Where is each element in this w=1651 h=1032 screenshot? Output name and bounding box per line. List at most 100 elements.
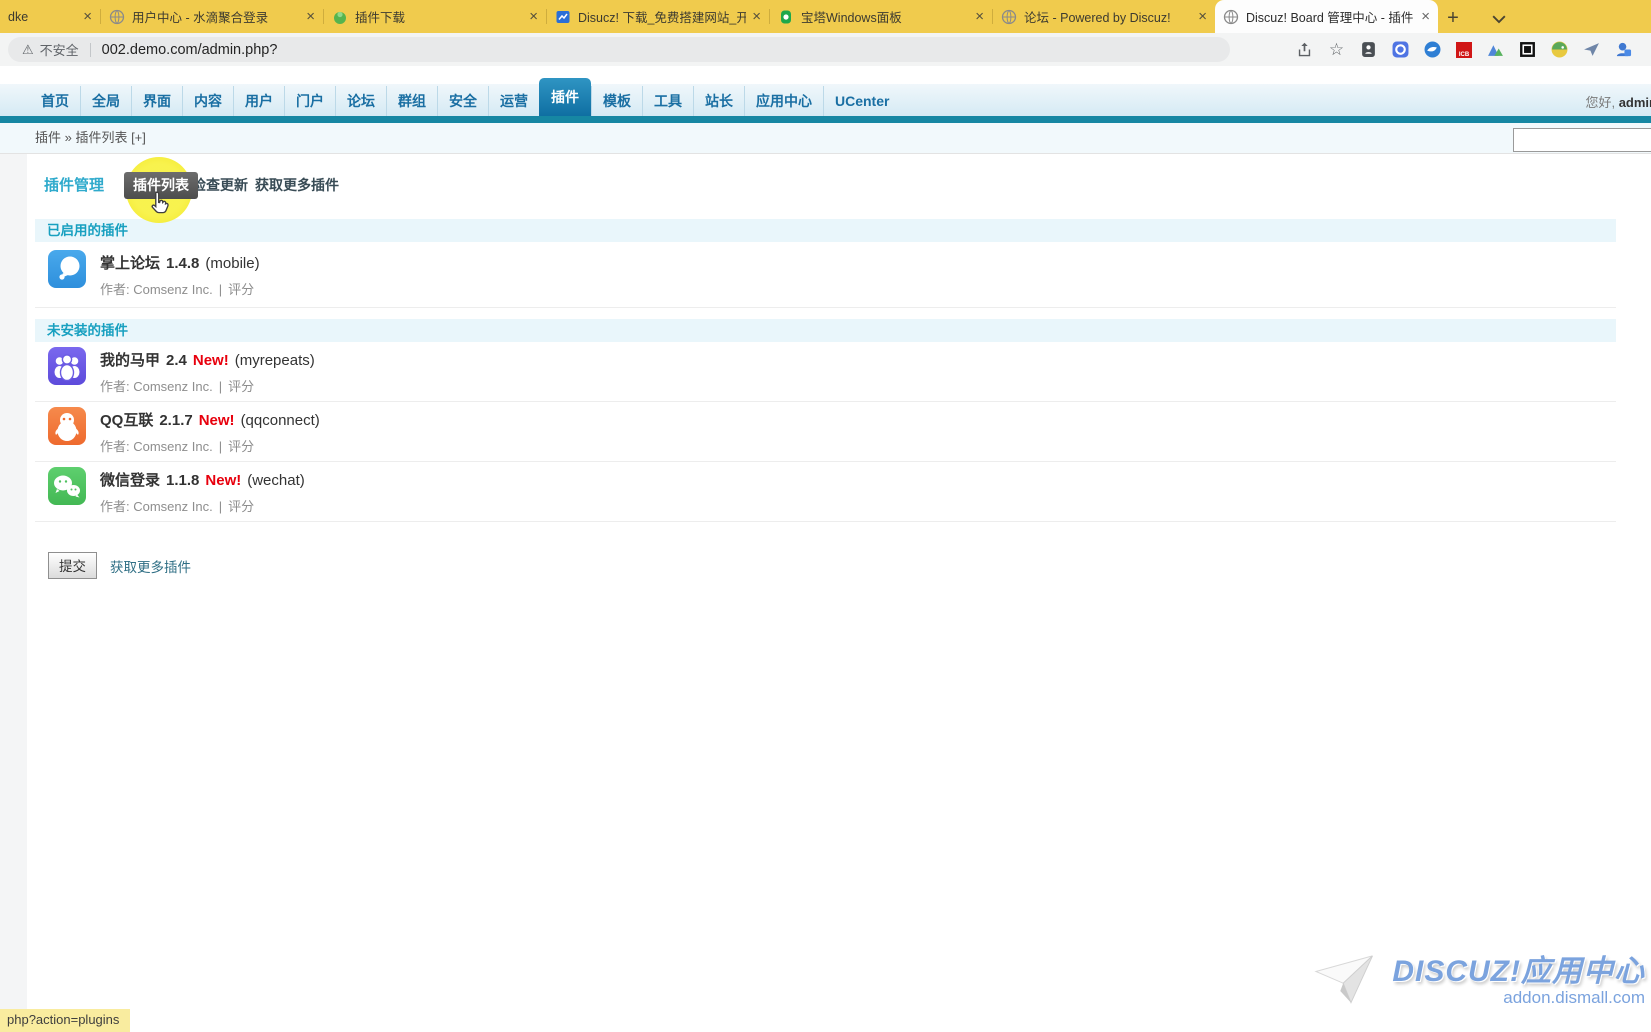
qqconnect-plugin-icon <box>48 407 86 445</box>
plugin-manage-link[interactable]: 插件管理 <box>44 174 104 195</box>
rating-link[interactable]: 评分 <box>228 379 254 394</box>
rating-link[interactable]: 评分 <box>228 439 254 454</box>
browser-tab-active[interactable]: Discuz! Board 管理中心 - 插件 × <box>1215 0 1438 33</box>
nav-item-portal[interactable]: 门户 <box>284 86 335 116</box>
plugin-tabs-row: 插件管理 插件列表 检查更新 获取更多插件 <box>0 164 1651 208</box>
close-icon[interactable]: × <box>83 9 92 24</box>
bird-extension-icon[interactable] <box>1551 41 1568 58</box>
nav-item-group[interactable]: 群组 <box>386 86 437 116</box>
browser-tab[interactable]: 宝塔Windows面板 × <box>770 0 992 33</box>
tab-title: Disucz! 下载_免费搭建网站_开 <box>578 7 746 26</box>
frame-extension-icon[interactable] <box>1519 41 1536 58</box>
watermark-domain: addon.dismall.com <box>1392 988 1645 1008</box>
close-icon[interactable]: × <box>529 9 538 24</box>
tab-title: dke <box>8 10 77 24</box>
browser-toolbar: ⚠ 不安全 002.demo.com/admin.php? ☆ ICB <box>0 33 1651 66</box>
tab-title: 插件下载 <box>355 7 523 26</box>
plugin-version: 2.4 <box>166 352 187 369</box>
new-badge: New! <box>199 412 235 429</box>
plugin-row-myrepeats: 我的马甲2.4New!(myrepeats) 作者: Comsenz Inc.|… <box>35 342 1616 402</box>
icb-label: ICB <box>1459 52 1469 58</box>
watermark-brand: DISCUZ! <box>1392 955 1521 988</box>
icb-extension-icon[interactable]: ICB <box>1456 42 1472 58</box>
submit-row: 提交 获取更多插件 <box>48 552 1651 579</box>
plugin-name[interactable]: 微信登录 <box>100 472 160 489</box>
tab-check-update[interactable]: 检查更新 <box>192 175 248 195</box>
new-badge: New! <box>205 472 241 489</box>
browser-tab[interactable]: dke × <box>0 0 100 33</box>
discuz-appcenter-watermark[interactable]: DISCUZ!应用中心 addon.dismall.com <box>1312 946 1645 1012</box>
new-tab-button[interactable]: + <box>1438 3 1468 33</box>
section-enabled-plugins: 已启用的插件 <box>35 219 1616 242</box>
address-bar[interactable]: ⚠ 不安全 002.demo.com/admin.php? <box>8 37 1230 62</box>
globe-icon <box>1001 9 1017 25</box>
browser-tab[interactable]: 插件下载 × <box>324 0 546 33</box>
author-divider: | <box>219 499 222 514</box>
myrepeats-plugin-icon <box>48 347 86 385</box>
plugin-code: (myrepeats) <box>235 352 315 369</box>
nav-item-forum[interactable]: 论坛 <box>335 86 386 116</box>
tab-title: Discuz! Board 管理中心 - 插件 <box>1246 7 1415 26</box>
nav-item-tools[interactable]: 工具 <box>642 86 693 116</box>
submit-button[interactable]: 提交 <box>48 552 97 579</box>
plugin-code: (wechat) <box>247 472 305 489</box>
wave-extension-icon[interactable] <box>1424 41 1441 58</box>
browser-tab[interactable]: Disucz! 下载_免费搭建网站_开 × <box>547 0 769 33</box>
get-more-plugins-link[interactable]: 获取更多插件 <box>110 556 191 576</box>
share-icon[interactable] <box>1296 41 1313 58</box>
url-text: 002.demo.com/admin.php? <box>102 42 278 58</box>
browser-tab[interactable]: 论坛 - Powered by Discuz! × <box>993 0 1215 33</box>
plugin-author: 作者: Comsenz Inc. <box>100 379 213 394</box>
mountain-extension-icon[interactable] <box>1487 41 1504 58</box>
browser-tab[interactable]: 用户中心 - 水滴聚合登录 × <box>101 0 323 33</box>
nav-item-template[interactable]: 模板 <box>591 86 642 116</box>
mobile-plugin-icon <box>48 250 86 288</box>
greeting: 您好, admin <box>1585 92 1651 111</box>
close-icon[interactable]: × <box>752 9 761 24</box>
rating-link[interactable]: 评分 <box>228 282 254 297</box>
admin-search-input[interactable] <box>1513 128 1651 152</box>
plugin-code: (qqconnect) <box>241 412 320 429</box>
teal-divider-bar <box>0 116 1651 123</box>
close-icon[interactable]: × <box>1421 9 1430 24</box>
plugin-name[interactable]: 掌上论坛 <box>100 255 160 272</box>
breadcrumb-bar: 插件 » 插件列表 [+] <box>0 123 1651 154</box>
plugin-row-mobile: 掌上论坛1.4.8(mobile) 作者: Comsenz Inc.|评分 <box>35 242 1616 308</box>
nav-item-ucenter[interactable]: UCenter <box>823 86 900 116</box>
nav-item-appcenter[interactable]: 应用中心 <box>744 86 823 116</box>
nav-item-interface[interactable]: 界面 <box>131 86 182 116</box>
nav-item-content[interactable]: 内容 <box>182 86 233 116</box>
author-divider: | <box>219 439 222 454</box>
nav-item-global[interactable]: 全局 <box>80 86 131 116</box>
nav-item-operation[interactable]: 运营 <box>488 86 539 116</box>
nav-item-webmaster[interactable]: 站长 <box>693 86 744 116</box>
nav-item-user[interactable]: 用户 <box>233 86 284 116</box>
rating-link[interactable]: 评分 <box>228 499 254 514</box>
plugin-author: 作者: Comsenz Inc. <box>100 499 213 514</box>
nav-item-home[interactable]: 首页 <box>30 86 80 116</box>
bookmark-star-icon[interactable]: ☆ <box>1328 41 1345 58</box>
globe-icon <box>109 9 125 25</box>
security-label: 不安全 <box>40 40 79 59</box>
close-icon[interactable]: × <box>306 9 315 24</box>
tab-get-more-plugins[interactable]: 获取更多插件 <box>255 175 339 195</box>
nav-item-plugins-active[interactable]: 插件 <box>539 78 591 116</box>
plugin-name[interactable]: QQ互联 <box>100 412 153 429</box>
circle-o-extension-icon[interactable] <box>1392 41 1409 58</box>
chevron-down-icon[interactable] <box>1492 11 1506 21</box>
greeting-prefix: 您好, <box>1585 95 1615 110</box>
profile-avatar-icon[interactable] <box>1615 41 1632 58</box>
plugin-version: 1.4.8 <box>166 255 199 272</box>
nav-item-security[interactable]: 安全 <box>437 86 488 116</box>
globe-icon <box>1223 9 1239 25</box>
tab-title: 宝塔Windows面板 <box>801 7 969 26</box>
plugin-code: (mobile) <box>205 255 259 272</box>
close-icon[interactable]: × <box>975 9 984 24</box>
warning-icon[interactable]: ⚠ <box>22 42 34 58</box>
section-uninstalled-plugins: 未安装的插件 <box>35 319 1616 342</box>
plane-extension-icon[interactable] <box>1583 41 1600 58</box>
close-icon[interactable]: × <box>1198 9 1207 24</box>
breadcrumb: 插件 » 插件列表 [+] <box>0 123 1651 153</box>
badge-extension-icon[interactable] <box>1360 41 1377 58</box>
plugin-name[interactable]: 我的马甲 <box>100 352 160 369</box>
